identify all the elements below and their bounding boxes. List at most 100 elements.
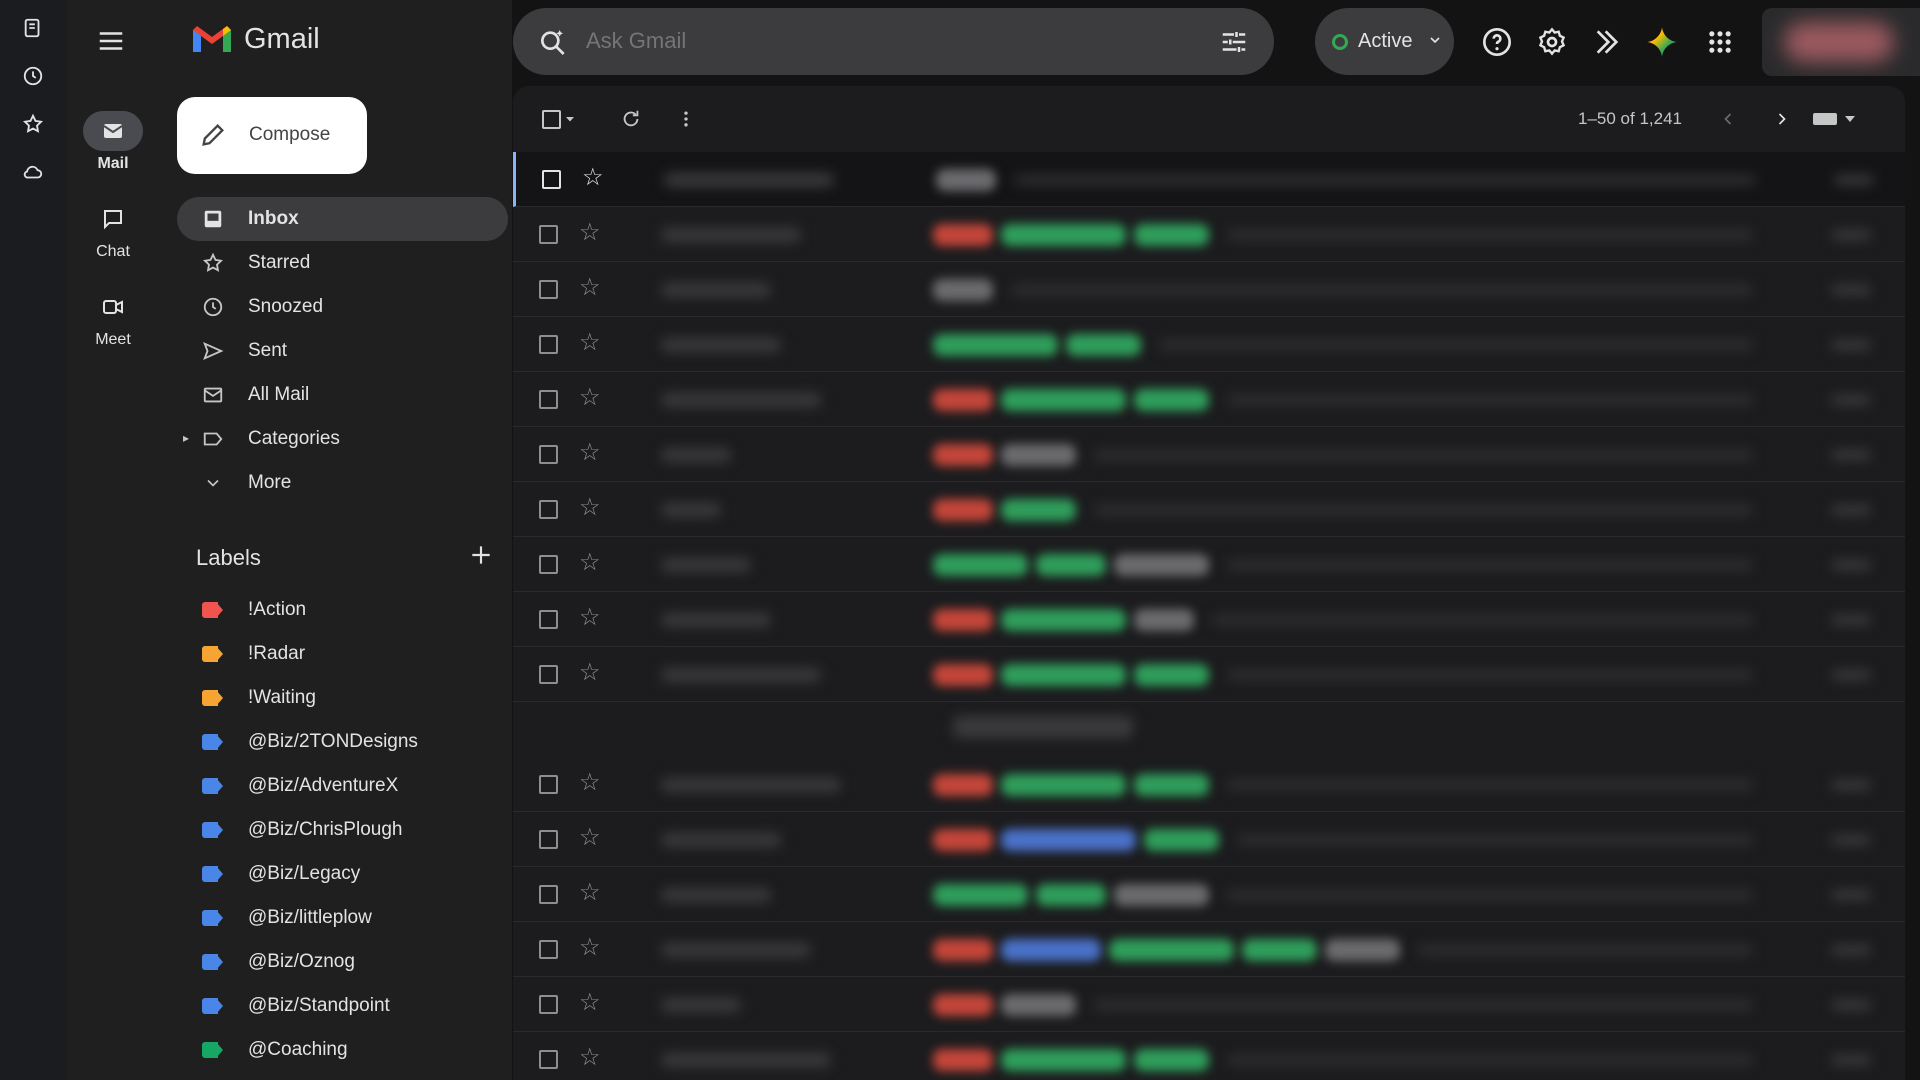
star-outline-icon[interactable] bbox=[19, 110, 47, 138]
star-icon[interactable]: ☆ bbox=[579, 771, 601, 795]
row-checkbox[interactable] bbox=[539, 830, 558, 849]
message-row[interactable]: ☆ bbox=[513, 867, 1905, 922]
status-selector[interactable]: Active bbox=[1315, 8, 1454, 75]
compose-button[interactable]: Compose bbox=[177, 97, 367, 174]
cloud-icon[interactable] bbox=[19, 158, 47, 186]
nav-item-starred[interactable]: Starred bbox=[177, 241, 508, 285]
nav-item-sent[interactable]: Sent bbox=[177, 329, 508, 373]
message-row[interactable]: ☆ bbox=[513, 977, 1905, 1032]
input-tools-keyboard-icon[interactable] bbox=[1804, 103, 1864, 135]
label-item[interactable]: @Biz/littleplow bbox=[160, 896, 512, 940]
chevron-left-icon[interactable] bbox=[1712, 103, 1744, 135]
label-item[interactable]: !Waiting bbox=[160, 676, 512, 720]
main-menu-icon[interactable] bbox=[96, 26, 130, 56]
message-row[interactable]: ☆ bbox=[513, 647, 1905, 702]
message-row[interactable]: ☆ bbox=[513, 922, 1905, 977]
gmail-logo[interactable]: Gmail bbox=[190, 22, 320, 56]
row-checkbox[interactable] bbox=[539, 775, 558, 794]
message-row[interactable]: ☆ bbox=[513, 262, 1905, 317]
star-icon[interactable]: ☆ bbox=[579, 496, 601, 520]
rail-item-chat[interactable]: Chat bbox=[66, 199, 160, 261]
star-icon[interactable]: ☆ bbox=[579, 826, 601, 850]
google-apps-icon[interactable] bbox=[1702, 24, 1738, 60]
label-item[interactable]: @Biz/Standpoint bbox=[160, 984, 512, 1028]
gemini-icon[interactable] bbox=[1644, 24, 1680, 60]
nav-item-all-mail[interactable]: All Mail bbox=[177, 373, 508, 417]
history-icon[interactable] bbox=[19, 62, 47, 90]
message-row[interactable]: ☆ bbox=[513, 317, 1905, 372]
label-item[interactable]: !Radar bbox=[160, 632, 512, 676]
rail-item-mail[interactable]: Mail bbox=[66, 111, 160, 173]
row-checkbox[interactable] bbox=[539, 335, 558, 354]
sender-name bbox=[661, 503, 721, 517]
message-row[interactable]: ☆ bbox=[513, 207, 1905, 262]
label-item[interactable]: @Biz/AdventureX bbox=[160, 764, 512, 808]
chevron-right-icon[interactable] bbox=[1766, 103, 1798, 135]
workflow-arrows-icon[interactable] bbox=[1589, 24, 1625, 60]
message-row[interactable]: ☆ bbox=[513, 482, 1905, 537]
status-label: Active bbox=[1358, 30, 1413, 52]
message-row[interactable]: ☆ bbox=[513, 592, 1905, 647]
label-item[interactable]: @Biz/Legacy bbox=[160, 852, 512, 896]
message-row[interactable]: ☆ bbox=[513, 757, 1905, 812]
star-icon[interactable]: ☆ bbox=[579, 881, 601, 905]
star-icon[interactable]: ☆ bbox=[579, 441, 601, 465]
label-item[interactable]: @Coaching bbox=[160, 1028, 512, 1072]
star-icon[interactable]: ☆ bbox=[579, 991, 601, 1015]
row-checkbox[interactable] bbox=[539, 940, 558, 959]
row-checkbox[interactable] bbox=[539, 995, 558, 1014]
rail-item-meet[interactable]: Meet bbox=[66, 287, 160, 349]
row-checkbox[interactable] bbox=[539, 610, 558, 629]
expand-arrow-icon[interactable]: ▸ bbox=[183, 431, 189, 445]
star-icon[interactable]: ☆ bbox=[579, 606, 601, 630]
message-row[interactable]: ☆ bbox=[513, 372, 1905, 427]
message-row[interactable]: ☆ bbox=[513, 152, 1905, 207]
label-outline-icon bbox=[201, 427, 225, 451]
search-options-icon[interactable] bbox=[1219, 27, 1249, 62]
refresh-icon[interactable] bbox=[615, 103, 647, 135]
row-checkbox[interactable] bbox=[539, 500, 558, 519]
row-checkbox[interactable] bbox=[542, 170, 561, 189]
label-item[interactable]: @Biz/2TONDesigns bbox=[160, 720, 512, 764]
row-checkbox[interactable] bbox=[539, 665, 558, 684]
star-icon[interactable]: ☆ bbox=[579, 551, 601, 575]
label-item[interactable]: @Biz/ChrisPlough bbox=[160, 808, 512, 852]
settings-gear-icon[interactable] bbox=[1534, 24, 1570, 60]
star-icon[interactable]: ☆ bbox=[579, 936, 601, 960]
label-name: @Biz/Oznog bbox=[248, 951, 355, 972]
row-checkbox[interactable] bbox=[539, 225, 558, 244]
star-icon[interactable]: ☆ bbox=[579, 386, 601, 410]
star-icon[interactable]: ☆ bbox=[582, 166, 604, 190]
search-bar[interactable] bbox=[513, 8, 1274, 75]
star-icon[interactable]: ☆ bbox=[579, 276, 601, 300]
search-input[interactable] bbox=[586, 24, 1146, 58]
star-icon[interactable]: ☆ bbox=[579, 331, 601, 355]
message-row[interactable]: ☆ bbox=[513, 1032, 1905, 1080]
add-label-icon[interactable] bbox=[468, 542, 498, 572]
row-checkbox[interactable] bbox=[539, 390, 558, 409]
help-icon[interactable] bbox=[1479, 24, 1515, 60]
star-icon[interactable]: ☆ bbox=[579, 221, 601, 245]
message-row[interactable]: ☆ bbox=[513, 427, 1905, 482]
label-item[interactable]: !Action bbox=[160, 588, 512, 632]
attachment-preview-row[interactable] bbox=[513, 702, 1905, 757]
nav-item-categories[interactable]: ▸ Categories bbox=[177, 417, 508, 461]
row-checkbox[interactable] bbox=[539, 445, 558, 464]
star-icon[interactable]: ☆ bbox=[579, 1046, 601, 1070]
nav-item-more[interactable]: More bbox=[177, 461, 508, 505]
row-checkbox[interactable] bbox=[539, 885, 558, 904]
row-checkbox[interactable] bbox=[539, 1050, 558, 1069]
nav-item-snoozed[interactable]: Snoozed bbox=[177, 285, 508, 329]
account-avatar[interactable] bbox=[1762, 8, 1920, 76]
star-icon[interactable]: ☆ bbox=[579, 661, 601, 685]
select-dropdown-icon[interactable] bbox=[559, 103, 581, 135]
more-vert-icon[interactable] bbox=[670, 103, 702, 135]
row-checkbox[interactable] bbox=[539, 555, 558, 574]
nav-item-inbox[interactable]: Inbox bbox=[177, 197, 508, 241]
message-row[interactable]: ☆ bbox=[513, 812, 1905, 867]
row-checkbox[interactable] bbox=[539, 280, 558, 299]
drive-icon[interactable] bbox=[19, 14, 47, 42]
message-row[interactable]: ☆ bbox=[513, 537, 1905, 592]
label-item[interactable]: @Biz/Oznog bbox=[160, 940, 512, 984]
message-date bbox=[1831, 835, 1871, 845]
